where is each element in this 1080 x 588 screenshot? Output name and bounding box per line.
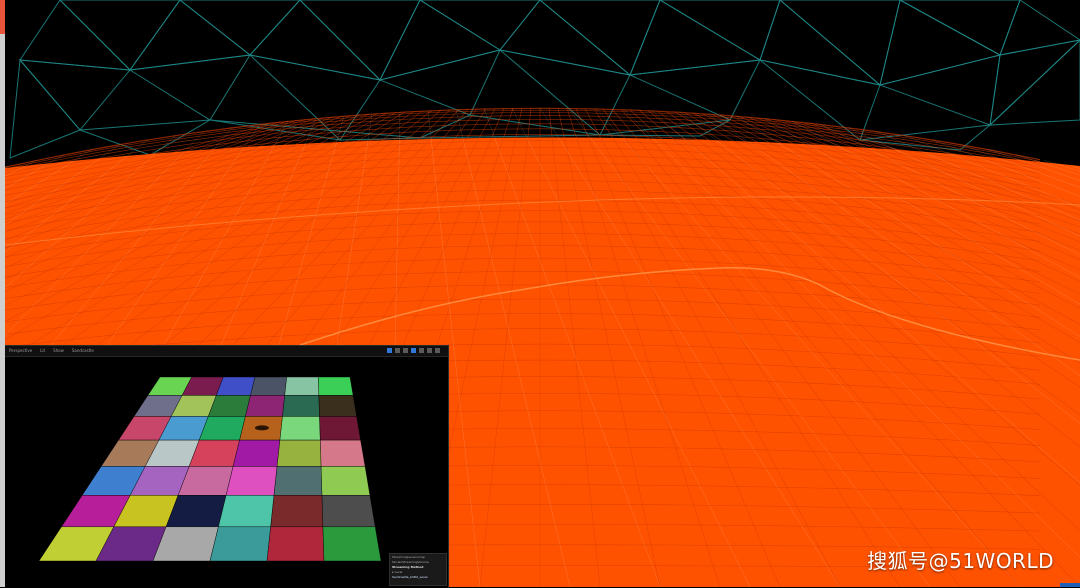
- streaming-tile[interactable]: [282, 395, 320, 417]
- streaming-tile[interactable]: [232, 439, 281, 467]
- sky-mesh-triangle: [128, 54, 251, 121]
- streaming-tile[interactable]: [245, 395, 285, 417]
- viewport-show-button[interactable]: Show: [49, 346, 68, 356]
- sky-mesh-triangle: [779, 0, 901, 86]
- sky-mesh-triangle: [539, 0, 661, 76]
- streaming-tile[interactable]: [322, 526, 382, 562]
- streaming-tile[interactable]: [273, 466, 323, 496]
- rotate-icon[interactable]: [395, 348, 400, 353]
- sky-mesh-triangle: [419, 0, 541, 51]
- scale-icon[interactable]: [403, 348, 408, 353]
- streaming-tile[interactable]: [218, 495, 275, 528]
- sky-mesh-triangle: [9, 58, 81, 159]
- translate-icon[interactable]: [387, 348, 392, 353]
- sky-mesh-triangle: [989, 39, 1080, 127]
- streaming-tile[interactable]: [320, 466, 371, 496]
- sky-mesh-triangle: [659, 0, 781, 61]
- grid-icon[interactable]: [411, 348, 416, 353]
- loaded-terrain-patch: [254, 425, 269, 431]
- angle-icon[interactable]: [419, 348, 424, 353]
- sky-mesh-triangle: [18, 59, 131, 131]
- sky-mesh-triangle: [999, 0, 1080, 56]
- editor-side-accent: [0, 0, 5, 34]
- streaming-tile[interactable]: [266, 526, 325, 562]
- maximize-icon[interactable]: [435, 348, 440, 353]
- sky-mesh-triangle: [249, 0, 382, 81]
- sky-mesh-triangle: [629, 0, 762, 76]
- streaming-tile[interactable]: [284, 376, 320, 396]
- streaming-tile[interactable]: [279, 416, 321, 441]
- sky-mesh-triangle: [128, 0, 252, 71]
- sky-mesh-triangle: [899, 0, 1021, 56]
- viewport-tool-icons: [387, 348, 440, 353]
- details-line[interactable]: Sandcastle_LOD0_Level: [392, 575, 444, 580]
- sky-mesh-triangle: [759, 0, 881, 86]
- level-viewport-panel[interactable]: Perspective Lit Show Sandcastle: [5, 345, 449, 588]
- streaming-tile[interactable]: [320, 439, 366, 467]
- streaming-tile[interactable]: [276, 439, 322, 467]
- streaming-tile[interactable]: [270, 495, 324, 528]
- camera-speed-icon[interactable]: [427, 348, 432, 353]
- sky-mesh-triangle: [878, 54, 1001, 126]
- streaming-tile[interactable]: [321, 495, 376, 528]
- streaming-tile[interactable]: [209, 526, 271, 562]
- sky-mesh-triangle: [379, 0, 502, 81]
- sky-mesh-triangle: [499, 0, 631, 76]
- details-panel: StreamingLevel.umap TerrainStreamingVolu…: [389, 553, 447, 586]
- viewport-toolbar: Perspective Lit Show Sandcastle: [5, 346, 448, 357]
- sky-mesh-triangle: [19, 0, 132, 71]
- streaming-tile-grid: [38, 376, 382, 562]
- watermark-text: 搜狐号@51WORLD: [867, 549, 1054, 573]
- streaming-tile[interactable]: [225, 466, 278, 496]
- streaming-tile[interactable]: [318, 376, 354, 396]
- viewport-perspective-button[interactable]: Perspective: [5, 346, 36, 356]
- sky-mesh-triangle: [378, 49, 501, 116]
- streaming-tile[interactable]: [319, 416, 361, 441]
- viewport-level-button[interactable]: Sandcastle: [68, 346, 98, 356]
- viewport-lit-button[interactable]: Lit: [36, 346, 49, 356]
- streaming-tile[interactable]: [318, 395, 357, 417]
- bottom-edge-bar: [1060, 583, 1080, 587]
- sky-mesh-triangle: [879, 0, 1002, 86]
- streaming-tile[interactable]: [250, 376, 287, 396]
- streaming-tile[interactable]: [216, 376, 256, 396]
